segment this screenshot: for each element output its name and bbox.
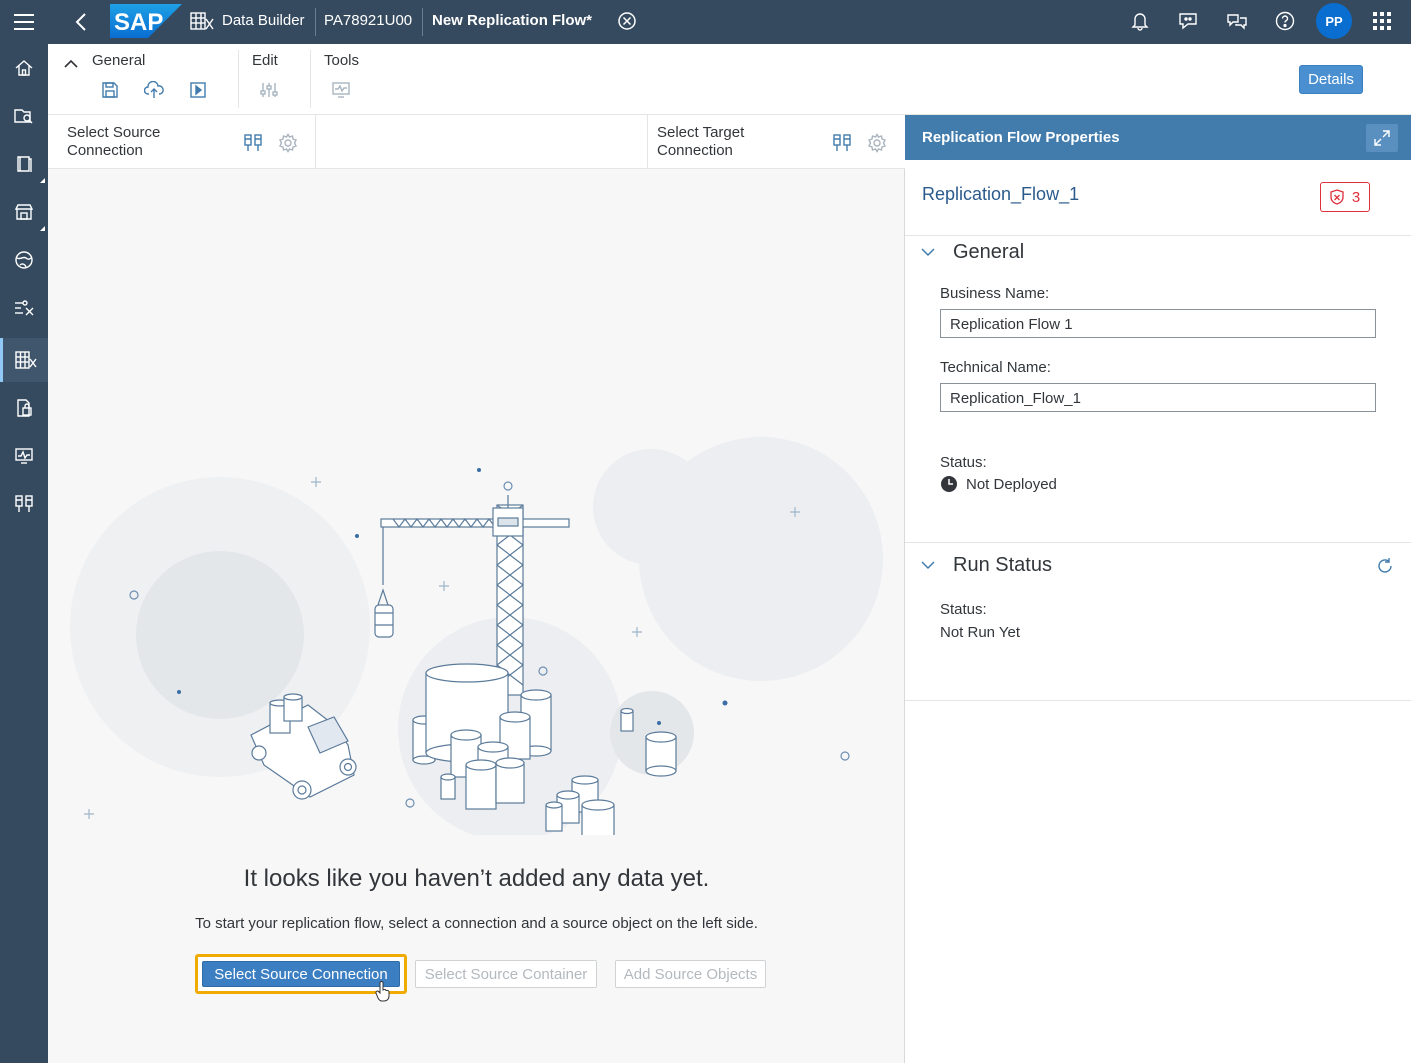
general-section-title: General bbox=[953, 240, 1025, 263]
divider bbox=[905, 235, 1411, 236]
add-source-objects-button[interactable]: Add Source Objects bbox=[615, 960, 766, 988]
run-status-section-header[interactable]: Run Status bbox=[921, 552, 1052, 578]
security-icon[interactable] bbox=[0, 386, 48, 430]
details-button[interactable]: Details bbox=[1299, 65, 1363, 94]
monitor-icon[interactable] bbox=[0, 434, 48, 478]
back-icon[interactable] bbox=[66, 0, 96, 44]
panel-header: Replication Flow Properties bbox=[905, 115, 1411, 160]
menu-icon[interactable] bbox=[0, 0, 48, 44]
clock-icon bbox=[941, 476, 957, 492]
select-source-container-button[interactable]: Select Source Container bbox=[415, 960, 597, 988]
deploy-icon[interactable] bbox=[143, 79, 165, 101]
submenu-indicator bbox=[40, 178, 45, 183]
catalog-search-icon[interactable] bbox=[0, 94, 48, 138]
target-connection-label: Select Target Connection bbox=[657, 124, 745, 159]
toolbar-group-edit: Edit bbox=[252, 52, 278, 69]
select-source-connection-button[interactable]: Select Source Connection bbox=[202, 961, 400, 987]
app-title: Data Builder bbox=[222, 12, 305, 29]
error-count: 3 bbox=[1351, 188, 1361, 206]
empty-state-description: To start your replication flow, select a… bbox=[195, 915, 758, 932]
toolbar: General Edit Tools Details bbox=[48, 44, 1411, 115]
business-name-input[interactable]: Replication Flow 1 bbox=[940, 309, 1376, 338]
data-builder-icon bbox=[189, 9, 215, 33]
impact-analysis-icon[interactable] bbox=[330, 79, 352, 101]
target-settings-icon[interactable] bbox=[866, 132, 888, 154]
marketplace-icon[interactable] bbox=[0, 190, 48, 234]
divider bbox=[905, 700, 1411, 701]
data-builder-nav-icon[interactable] bbox=[0, 338, 48, 382]
source-settings-icon[interactable] bbox=[277, 132, 299, 154]
toolbar-group-general: General bbox=[92, 52, 146, 69]
save-icon[interactable] bbox=[99, 79, 121, 101]
browse-connections-icon[interactable] bbox=[831, 132, 853, 154]
toolbar-divider bbox=[310, 50, 311, 108]
deploy-status-label: Status: bbox=[940, 454, 987, 471]
user-avatar[interactable]: PP bbox=[1316, 3, 1352, 39]
toolbar-divider bbox=[238, 50, 239, 108]
source-connection-label: Select Source Connection bbox=[67, 124, 161, 159]
settings-sliders-icon[interactable] bbox=[258, 79, 280, 101]
feedback-icon[interactable] bbox=[1176, 9, 1200, 33]
technical-name-input[interactable]: Replication_Flow_1 bbox=[940, 383, 1376, 412]
close-document-icon[interactable] bbox=[616, 10, 638, 32]
run-status-label: Status: bbox=[940, 601, 987, 618]
technical-name-label: Technical Name: bbox=[940, 359, 1051, 376]
divider bbox=[315, 115, 316, 169]
svg-text:SAP: SAP bbox=[114, 9, 163, 36]
divider bbox=[422, 8, 423, 36]
editor-canvas: Select Source Connection Select Target C… bbox=[48, 115, 905, 1063]
run-status-value: Not Run Yet bbox=[940, 624, 1021, 641]
empty-state-title: It looks like you haven’t added any data… bbox=[243, 865, 710, 892]
empty-state-illustration bbox=[48, 435, 905, 842]
business-name-label: Business Name: bbox=[940, 285, 1050, 302]
shell-bar: SAP Data Builder PA78921U00 New Replicat… bbox=[0, 0, 1411, 44]
expand-panel-icon[interactable] bbox=[1366, 124, 1398, 152]
chevron-down-icon bbox=[921, 560, 935, 569]
help-icon[interactable] bbox=[1273, 9, 1297, 33]
validation-errors-badge[interactable]: 3 bbox=[1320, 182, 1370, 212]
source-connection-cell: Select Source Connection bbox=[48, 115, 315, 169]
document-title: New Replication Flow* bbox=[432, 12, 593, 29]
deploy-status-value: Not Deployed bbox=[966, 475, 1057, 493]
home-icon[interactable] bbox=[0, 46, 48, 90]
connections-icon[interactable] bbox=[0, 482, 48, 526]
globe-icon[interactable] bbox=[0, 238, 48, 282]
properties-panel: Replication Flow Properties Replication_… bbox=[905, 115, 1411, 1063]
submenu-indicator bbox=[40, 226, 45, 231]
divider bbox=[315, 8, 316, 36]
community-icon[interactable] bbox=[1225, 9, 1249, 33]
refresh-icon[interactable] bbox=[1375, 556, 1395, 576]
shield-error-icon bbox=[1330, 189, 1344, 205]
panel-title: Replication Flow Properties bbox=[922, 129, 1120, 146]
deploy-status: Not Deployed bbox=[940, 475, 1057, 493]
notifications-icon[interactable] bbox=[1128, 9, 1152, 33]
general-section-header[interactable]: General bbox=[921, 239, 1024, 265]
data-integration-icon[interactable] bbox=[0, 286, 48, 330]
browse-connections-icon[interactable] bbox=[242, 132, 264, 154]
product-switch-icon[interactable] bbox=[1370, 9, 1394, 33]
side-navigation bbox=[0, 44, 48, 1063]
target-connection-cell: Select Target Connection bbox=[647, 115, 905, 169]
divider bbox=[905, 542, 1411, 543]
run-status-section-title: Run Status bbox=[953, 553, 1052, 576]
collapse-toolbar-icon[interactable] bbox=[64, 56, 78, 68]
toolbar-group-tools: Tools bbox=[324, 52, 360, 69]
chevron-down-icon bbox=[921, 247, 935, 256]
run-icon[interactable] bbox=[187, 79, 209, 101]
sap-logo: SAP bbox=[110, 4, 182, 38]
connection-bar: Select Source Connection Select Target C… bbox=[48, 115, 905, 169]
object-name: Replication_Flow_1 bbox=[922, 184, 1080, 204]
space-id: PA78921U00 bbox=[324, 12, 413, 29]
repository-icon[interactable] bbox=[0, 142, 48, 186]
hand-cursor-icon bbox=[374, 981, 392, 1003]
empty-state-actions: Select Source Connection Select Source C… bbox=[48, 954, 905, 995]
